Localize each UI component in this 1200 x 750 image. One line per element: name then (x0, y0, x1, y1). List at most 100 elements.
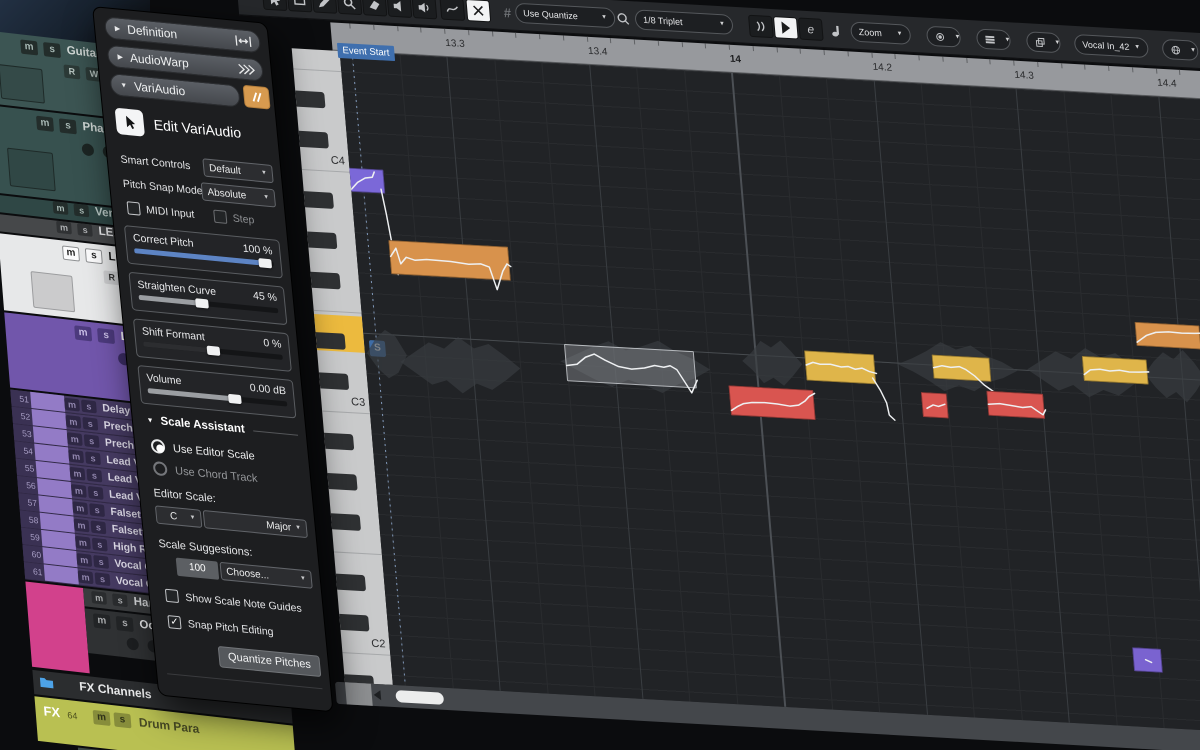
segment-yellow-2[interactable] (932, 354, 992, 381)
midi-reference-button[interactable] (824, 19, 850, 42)
piano-key-black[interactable] (327, 473, 357, 491)
piano-key-black[interactable] (336, 574, 366, 592)
slider-handle[interactable] (207, 346, 221, 356)
segment-orange-2[interactable] (1134, 322, 1200, 350)
straighten-curve-slider[interactable]: Straighten Curve45 % (128, 272, 287, 325)
choose-scale-dropdown[interactable]: Choose... ▼ (219, 562, 312, 589)
scale-type-dropdown[interactable]: Major ▼ (203, 510, 308, 538)
piano-key-black[interactable] (299, 131, 329, 149)
mute-button[interactable]: m (93, 710, 111, 726)
mute-button[interactable]: m (53, 201, 69, 215)
use-quantize-dropdown[interactable]: Use Quantize ▼ (514, 3, 616, 29)
global-tracks-dropdown[interactable]: ▼ (1161, 39, 1199, 61)
piano-key-black[interactable] (295, 91, 325, 109)
mute-button[interactable]: m (72, 501, 88, 515)
solo-button[interactable]: s (84, 434, 100, 448)
solo-button[interactable]: s (93, 555, 109, 569)
solo-button[interactable]: s (92, 538, 108, 552)
solo-button[interactable]: s (82, 417, 98, 431)
piano-key-black[interactable] (339, 614, 369, 632)
pitch-snap-dropdown[interactable]: Absolute ▼ (201, 182, 276, 207)
edit-active-only-button[interactable]: e (798, 18, 824, 41)
mute-button[interactable]: m (64, 398, 80, 412)
piano-key-black[interactable] (331, 513, 361, 531)
snap-pitch-editing-checkbox[interactable]: ✓ (167, 615, 181, 629)
note-display-grid[interactable]: S (340, 51, 1200, 735)
scroll-left-arrow-icon[interactable] (373, 690, 381, 700)
segment-red-1[interactable] (728, 385, 815, 420)
mute-button[interactable]: m (62, 245, 80, 261)
object-selection-tool[interactable] (262, 0, 288, 11)
solo-button[interactable]: s (88, 486, 104, 500)
mute-button[interactable]: m (65, 415, 81, 429)
audition-tool[interactable] (387, 0, 413, 18)
segment-red-2[interactable] (986, 391, 1045, 419)
use-editor-scale-radio[interactable] (150, 439, 165, 455)
mute-button[interactable]: m (67, 432, 83, 446)
piano-key-black[interactable] (316, 332, 346, 350)
step-checkbox[interactable] (213, 210, 227, 224)
mute-button[interactable]: m (78, 570, 94, 584)
smart-controls-dropdown[interactable]: Default ▼ (202, 158, 273, 183)
piano-key-black[interactable] (324, 433, 354, 451)
solo-button[interactable]: s (74, 203, 90, 217)
sibilance-detection-button[interactable] (748, 15, 774, 38)
solo-button[interactable]: s (113, 712, 131, 728)
segment-red-small[interactable] (921, 392, 949, 419)
mute-button[interactable]: m (74, 325, 92, 341)
event-start-flag[interactable]: Event Start (337, 43, 395, 61)
piano-key-black[interactable] (304, 191, 334, 209)
solo-button[interactable]: s (59, 118, 77, 134)
solo-button[interactable]: s (95, 572, 111, 586)
solo-button[interactable]: s (81, 400, 97, 414)
clip-layers-dropdown[interactable]: ▼ (1026, 31, 1062, 53)
mute-button[interactable]: m (74, 519, 90, 533)
solo-button[interactable]: s (86, 469, 102, 483)
mute-button[interactable]: m (93, 613, 111, 629)
scale-assistant-header[interactable]: ▼ Scale Assistant (146, 414, 298, 441)
solo-button[interactable]: s (112, 593, 128, 607)
draw-tool[interactable] (312, 0, 338, 14)
show-scale-note-guides-checkbox[interactable] (165, 589, 179, 603)
solo-button[interactable]: s (89, 503, 105, 517)
read-automation-button[interactable]: R (63, 64, 80, 79)
zoom-menu-dropdown[interactable]: Zoom ▼ (850, 21, 912, 44)
segment-purple-small[interactable] (1132, 647, 1163, 673)
slider-handle[interactable] (228, 394, 242, 404)
record-enable-icon[interactable] (126, 637, 139, 651)
slider-handle[interactable] (258, 258, 272, 268)
segment-orange-1[interactable] (388, 240, 511, 281)
acoustic-feedback-button[interactable] (773, 16, 799, 39)
midi-input-checkbox[interactable] (127, 201, 141, 215)
quantize-pitches-button[interactable]: Quantize Pitches (218, 646, 322, 677)
segment-gray-selected[interactable] (564, 344, 697, 388)
solo-button[interactable]: s (91, 520, 107, 534)
part-selector-dropdown[interactable]: Vocal In_42 (Vo. ▼ (1074, 34, 1150, 58)
segment-yellow-3[interactable] (1082, 356, 1149, 385)
shift-formant-slider[interactable]: Shift Formant0 % (133, 318, 292, 371)
solo-button[interactable]: s (85, 451, 101, 465)
mute-button[interactable]: m (36, 116, 54, 132)
piano-key-black[interactable] (307, 231, 337, 249)
volume-slider[interactable]: Volume0.00 dB (137, 365, 296, 418)
correct-pitch-slider[interactable]: Correct Pitch100 % (124, 225, 283, 278)
mute-button[interactable]: m (71, 484, 87, 498)
zoom-tool[interactable] (337, 0, 363, 15)
piano-key-black[interactable] (319, 372, 349, 390)
slider-handle[interactable] (195, 298, 209, 308)
solo-button[interactable]: s (85, 248, 103, 264)
mute-button[interactable]: m (70, 467, 86, 481)
mute-button[interactable]: m (68, 449, 84, 463)
view-options-dropdown[interactable]: ▼ (926, 26, 962, 48)
scrollbar-thumb[interactable] (395, 690, 444, 705)
mute-button[interactable]: m (76, 553, 92, 567)
track-lanes-dropdown[interactable]: ▼ (976, 28, 1012, 50)
scrub-tool[interactable] (412, 0, 438, 19)
range-selection-tool[interactable] (287, 0, 313, 12)
mute-button[interactable]: m (20, 39, 38, 55)
erase-tool[interactable] (362, 0, 388, 17)
solo-button[interactable]: s (43, 42, 61, 58)
mute-button[interactable]: m (91, 591, 107, 605)
solo-button[interactable]: s (116, 616, 134, 632)
solo-button[interactable]: s (77, 223, 93, 237)
